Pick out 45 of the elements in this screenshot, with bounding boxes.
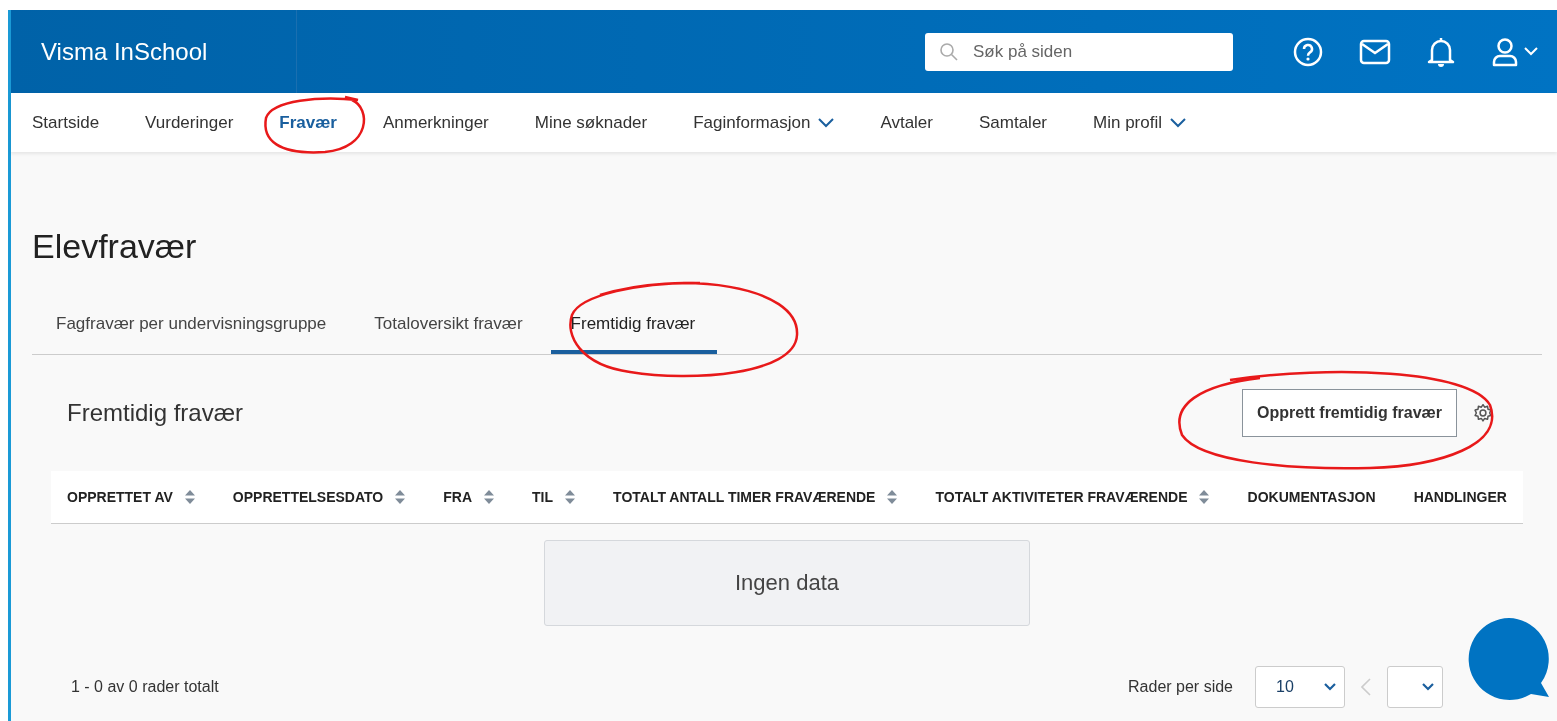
sort-icon: [484, 490, 495, 504]
nav-link[interactable]: Samtaler: [979, 112, 1071, 133]
column-header[interactable]: OPPRETTET AV: [67, 489, 195, 505]
column-header: DOKUMENTASJON: [1247, 489, 1376, 505]
column-header: HANDLINGER: [1413, 489, 1507, 505]
empty-state-message: Ingen data: [544, 540, 1030, 626]
page-title: Elevfravær: [32, 227, 198, 266]
column-header[interactable]: TOTALT AKTIVITETER FRAVÆRENDE: [935, 489, 1210, 505]
settings-icon[interactable]: [1473, 403, 1493, 423]
column-header[interactable]: TIL: [532, 489, 576, 505]
tab[interactable]: Fremtidig fravær: [550, 302, 718, 354]
row-count: 1 - 0 av 0 rader totalt: [71, 678, 219, 696]
column-header[interactable]: FRA: [443, 489, 495, 505]
chevron-down-icon: [1170, 117, 1186, 128]
tab[interactable]: Fagfravær per undervisningsgruppe: [36, 302, 349, 354]
column-header[interactable]: TOTALT ANTALL TIMER FRAVÆRENDE: [613, 489, 898, 505]
nav-link[interactable]: Startside: [32, 112, 124, 133]
tab[interactable]: Totaloversikt fravær: [354, 302, 545, 354]
column-header[interactable]: OPPRETTELSESDATO: [232, 489, 406, 505]
rows-per-page-select[interactable]: 10: [1255, 666, 1345, 708]
search-icon: [939, 41, 959, 62]
nav-link[interactable]: Min profil: [1093, 112, 1210, 133]
chevron-down-icon: [1324, 683, 1336, 691]
user-menu-icon[interactable]: [1491, 36, 1539, 67]
help-icon[interactable]: [1293, 36, 1323, 67]
nav-link[interactable]: Fravær: [279, 112, 361, 133]
create-button[interactable]: Opprett fremtidig fravær: [1242, 389, 1457, 437]
nav-link[interactable]: Anmerkninger: [382, 112, 513, 133]
rows-per-page-label: Rader per side: [1128, 678, 1233, 696]
bell-icon[interactable]: [1427, 35, 1455, 68]
sort-icon: [565, 490, 576, 504]
nav-link[interactable]: Faginformasjon: [693, 112, 859, 133]
sort-icon: [184, 490, 195, 504]
chevron-down-icon: [818, 117, 835, 128]
section-title: Fremtidig fravær: [67, 399, 244, 427]
chevron-down-icon: [1422, 683, 1434, 691]
mail-icon[interactable]: [1359, 38, 1391, 65]
sort-icon: [887, 490, 898, 504]
chat-button[interactable]: [1466, 616, 1552, 702]
nav-link[interactable]: Avtaler: [880, 112, 957, 133]
nav-link[interactable]: Vurderinger: [145, 112, 258, 133]
sort-icon: [1199, 490, 1210, 504]
sort-icon: [395, 490, 406, 504]
search-field[interactable]: Søk på siden: [925, 32, 1233, 71]
nav-link[interactable]: Mine søknader: [534, 112, 672, 133]
